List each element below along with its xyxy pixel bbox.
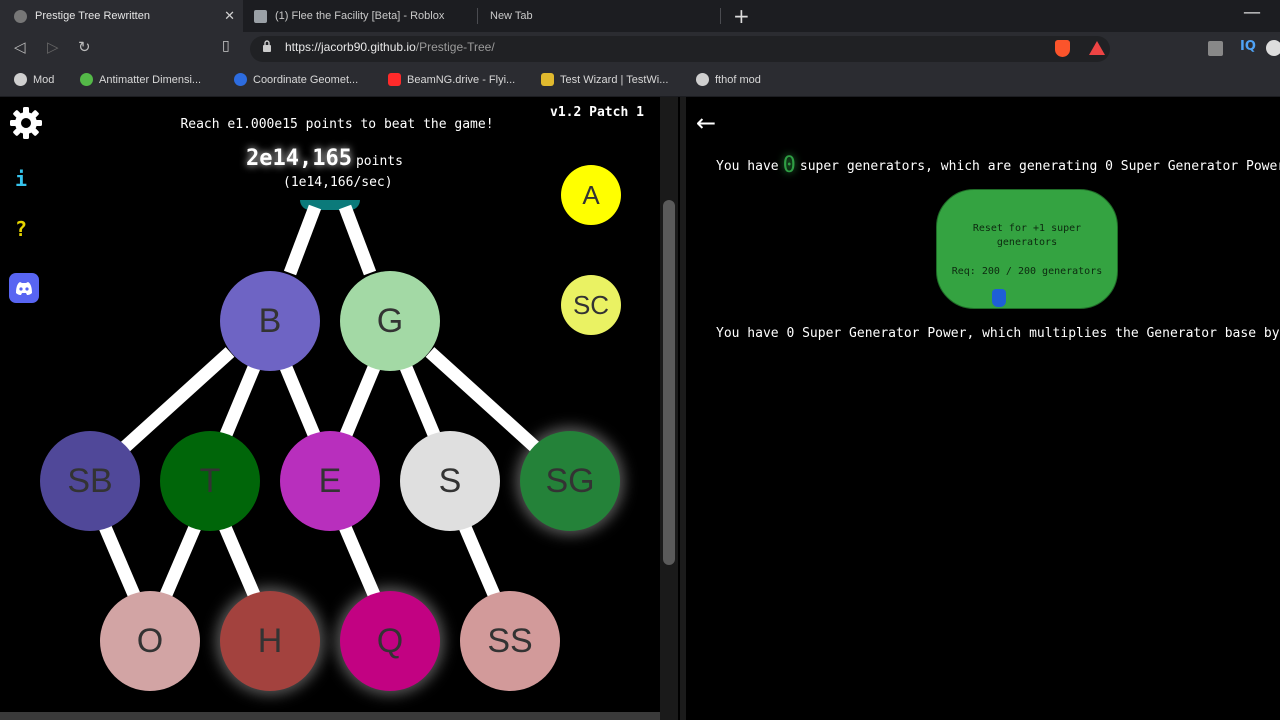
sg-suffix: super generators, which are generating 0… [799, 159, 1280, 174]
tab-separator [477, 8, 478, 24]
sg-prefix: You have [716, 159, 779, 174]
branch-line [459, 524, 501, 600]
branch-line [283, 204, 322, 276]
bookmark-icon[interactable]: ▯ [222, 38, 230, 54]
browser-tab-bar: Prestige Tree Rewritten ✕ (1) Flee the F… [0, 0, 1280, 32]
back-arrow-icon[interactable]: ◁ [14, 38, 26, 56]
url-path: /Prestige-Tree/ [415, 40, 495, 54]
back-arrow-button[interactable]: ← [696, 109, 716, 137]
tab-separator [720, 8, 721, 24]
khan-icon [234, 73, 247, 86]
globe-icon [14, 9, 27, 23]
reset-super-generators-button[interactable]: Reset for +1 super generators Req: 200 /… [936, 189, 1118, 309]
globe-icon [14, 73, 27, 86]
branch-line [219, 524, 261, 600]
minimize-button[interactable]: — [1243, 2, 1261, 23]
bookmark-mod[interactable]: Mod [14, 73, 54, 86]
branch-line [99, 524, 141, 600]
layer-node-e[interactable]: E [280, 431, 380, 531]
super-generator-count-line: You have 0 super generators, which are gen… [716, 153, 1280, 178]
layer-node-b[interactable]: B [220, 271, 320, 371]
new-tab-button[interactable]: + [733, 4, 750, 28]
url-host: https://jacorb90.github.io [285, 40, 416, 54]
bookmark-test-wizard[interactable]: Test Wizard | TestWi... [541, 73, 668, 86]
bookmarks-bar: Mod Antimatter Dimensi... Coordinate Geo… [0, 66, 1280, 97]
url-text[interactable]: https://jacorb90.github.io/Prestige-Tree… [285, 40, 495, 54]
extension-iq-icon[interactable]: IQ [1240, 39, 1256, 54]
bookmark-fthof-mod[interactable]: fthof mod [696, 73, 761, 86]
layer-node-sg[interactable]: SG [520, 431, 620, 531]
tab-roblox[interactable]: (1) Flee the Facility [Beta] - Roblox [250, 0, 474, 32]
tab-new-tab[interactable]: New Tab [480, 0, 720, 32]
tab-prestige-tree[interactable]: Prestige Tree Rewritten ✕ [0, 0, 243, 32]
tree-scrollbar-thumb[interactable] [663, 200, 675, 565]
bookmark-coordinate-geometry[interactable]: Coordinate Geomet... [234, 73, 358, 86]
tab-title: New Tab [490, 10, 533, 22]
antimatter-icon [80, 73, 93, 86]
branch-line [159, 524, 201, 600]
brave-shields-icon[interactable] [1055, 40, 1070, 57]
layer-node-s[interactable]: S [400, 431, 500, 531]
tab-title: (1) Flee the Facility [Beta] - Roblox [275, 10, 445, 22]
extension-icon[interactable] [1208, 41, 1223, 56]
super-generator-amount: 0 [782, 153, 796, 178]
forward-arrow-icon[interactable]: ▷ [47, 38, 59, 56]
roblox-icon [254, 9, 267, 23]
profile-avatar[interactable] [1266, 40, 1280, 56]
reset-button-requirement: Req: 200 / 200 generators [951, 265, 1103, 277]
layer-node-h[interactable]: H [220, 591, 320, 691]
bookmark-label: fthof mod [715, 73, 761, 86]
super-generator-power-line: You have 0 Super Generator Power, which … [716, 326, 1280, 341]
layer-node-g[interactable]: G [340, 271, 440, 371]
branch-line [339, 524, 381, 600]
layer-info-panel: ← You have 0 super generators, which are g… [686, 97, 1280, 720]
layer-node-o[interactable]: O [100, 591, 200, 691]
branch-line [279, 362, 321, 440]
layer-node-ss[interactable]: SS [460, 591, 560, 691]
layer-node-sb[interactable]: SB [40, 431, 140, 531]
hand-cursor-icon [992, 289, 1006, 307]
close-icon[interactable]: ✕ [224, 8, 235, 24]
branch-line [339, 362, 381, 440]
brave-rewards-icon[interactable] [1089, 41, 1105, 55]
reset-button-label: Reset for +1 super generators [972, 222, 1082, 248]
reload-icon[interactable]: ↻ [78, 38, 91, 56]
horizontal-scrollbar[interactable] [0, 712, 660, 720]
branch-line [219, 362, 261, 440]
globe-icon [696, 73, 709, 86]
bookmark-beamng[interactable]: BeamNG.drive - Flyi... [388, 73, 515, 86]
tab-title: Prestige Tree Rewritten [35, 10, 150, 22]
lock-icon[interactable] [262, 40, 272, 53]
bookmark-label: Mod [33, 73, 55, 86]
shield-check-icon [541, 73, 554, 86]
bookmark-label: Test Wizard | TestWi... [560, 73, 669, 86]
branch-line [338, 204, 377, 276]
achievements-node[interactable]: A [561, 165, 621, 225]
youtube-icon [388, 73, 401, 86]
bookmark-label: Antimatter Dimensi... [99, 73, 202, 86]
softcaps-node[interactable]: SC [561, 275, 621, 335]
layer-node-q[interactable]: Q [340, 591, 440, 691]
bookmark-antimatter[interactable]: Antimatter Dimensi... [80, 73, 201, 86]
branch-line [399, 362, 441, 440]
browser-toolbar: ◁ ▷ ↻ ▯ https://jacorb90.github.io/Prest… [0, 32, 1280, 66]
bookmark-label: Coordinate Geomet... [253, 73, 359, 86]
layer-node-t[interactable]: T [160, 431, 260, 531]
bookmark-label: BeamNG.drive - Flyi... [407, 73, 516, 86]
